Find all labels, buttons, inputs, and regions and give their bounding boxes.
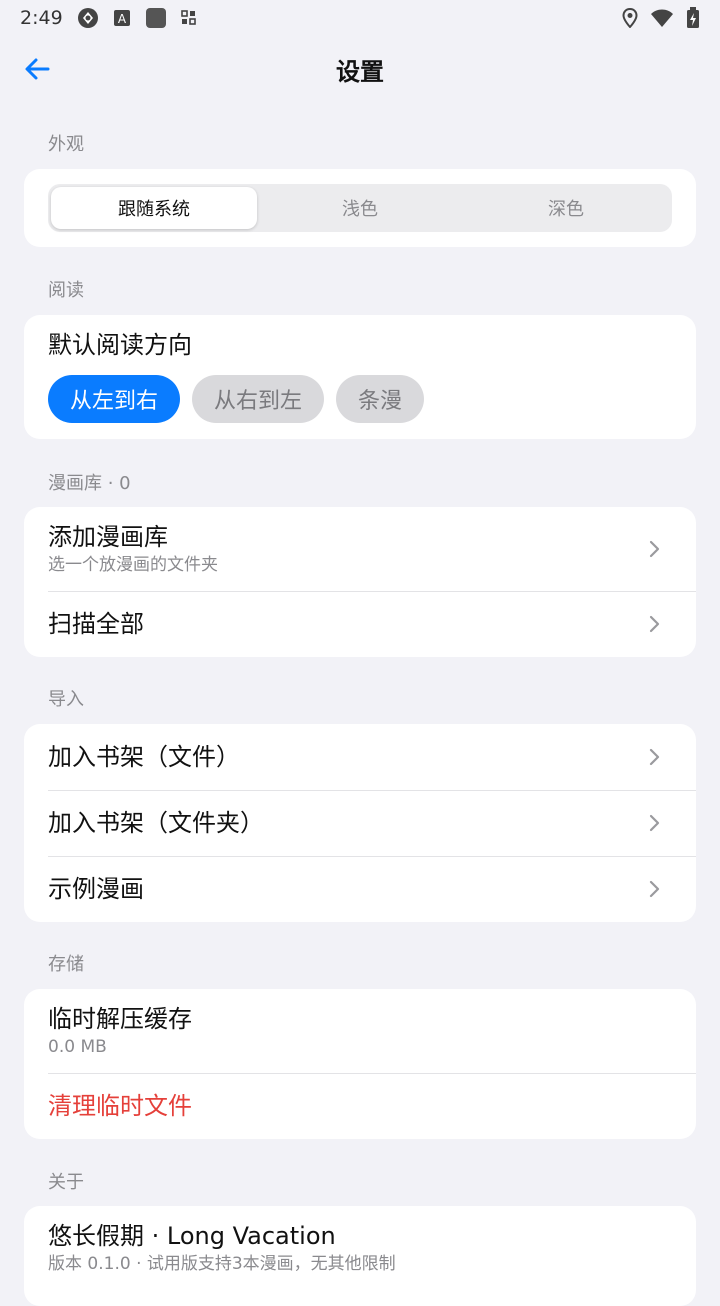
app-name: 悠长假期 · Long Vacation bbox=[48, 1222, 336, 1250]
reading-card: 默认阅读方向 从左到右 从右到左 条漫 bbox=[24, 315, 696, 439]
clear-temp-files-button[interactable]: 清理临时文件 bbox=[24, 1073, 696, 1139]
app-square-icon bbox=[145, 7, 167, 29]
library-card: 添加漫画库 选一个放漫画的文件夹 扫描全部 bbox=[24, 507, 696, 657]
reading-direction-title: 默认阅读方向 bbox=[48, 331, 192, 359]
chevron-right-icon bbox=[644, 814, 664, 832]
grid-icon bbox=[180, 10, 197, 26]
wifi-icon bbox=[650, 8, 674, 28]
sync-icon bbox=[77, 7, 99, 29]
back-button[interactable] bbox=[18, 50, 56, 88]
svg-text:A: A bbox=[118, 12, 127, 26]
direction-rtl-chip[interactable]: 从右到左 bbox=[192, 375, 325, 423]
status-bar: 2:49 A bbox=[0, 0, 720, 36]
cache-info-row: 临时解压缓存 0.0 MB bbox=[24, 989, 696, 1073]
chevron-right-icon bbox=[644, 540, 664, 558]
page-title: 设置 bbox=[336, 57, 384, 86]
import-folder-title: 加入书架（文件夹） bbox=[48, 809, 264, 837]
scan-all-title: 扫描全部 bbox=[48, 610, 144, 638]
import-card: 加入书架（文件） 加入书架（文件夹） 示例漫画 bbox=[24, 724, 696, 922]
import-file-title: 加入书架（文件） bbox=[48, 743, 240, 771]
sample-comics-row[interactable]: 示例漫画 bbox=[24, 856, 696, 922]
scan-all-row[interactable]: 扫描全部 bbox=[24, 591, 696, 657]
add-library-title: 添加漫画库 bbox=[48, 523, 168, 551]
direction-webtoon-chip[interactable]: 条漫 bbox=[336, 375, 425, 423]
battery-charging-icon bbox=[686, 7, 700, 29]
section-label-reading: 阅读 bbox=[48, 280, 84, 301]
section-label-library: 漫画库 · 0 bbox=[48, 473, 131, 494]
clear-temp-files-label: 清理临时文件 bbox=[48, 1092, 192, 1120]
version-info: 版本 0.1.0 · 试用版支持3本漫画，无其他限制 bbox=[48, 1254, 396, 1274]
theme-option-system[interactable]: 跟随系统 bbox=[51, 187, 257, 229]
arrow-left-icon bbox=[25, 58, 50, 80]
theme-option-light[interactable]: 浅色 bbox=[257, 187, 463, 229]
cache-title: 临时解压缓存 bbox=[48, 1005, 192, 1033]
chevron-right-icon bbox=[644, 748, 664, 766]
import-file-row[interactable]: 加入书架（文件） bbox=[24, 724, 696, 790]
section-label-about: 关于 bbox=[48, 1172, 84, 1193]
app-bar: 设置 bbox=[0, 36, 720, 102]
appearance-card: 跟随系统 浅色 深色 bbox=[24, 169, 696, 247]
import-folder-row[interactable]: 加入书架（文件夹） bbox=[24, 790, 696, 856]
text-a-icon: A bbox=[113, 9, 131, 27]
about-card: 悠长假期 · Long Vacation 版本 0.1.0 · 试用版支持3本漫… bbox=[24, 1206, 696, 1306]
theme-segmented-control: 跟随系统 浅色 深色 bbox=[48, 184, 672, 232]
status-time: 2:49 bbox=[20, 7, 63, 29]
chevron-right-icon bbox=[644, 615, 664, 633]
storage-card: 临时解压缓存 0.0 MB 清理临时文件 bbox=[24, 989, 696, 1139]
theme-option-dark[interactable]: 深色 bbox=[463, 187, 669, 229]
settings-content: 外观 跟随系统 浅色 深色 阅读 默认阅读方向 从左到右 从右到左 条漫 漫画库… bbox=[24, 102, 696, 1306]
chevron-right-icon bbox=[644, 880, 664, 898]
section-label-storage: 存储 bbox=[48, 954, 84, 975]
section-label-import: 导入 bbox=[48, 689, 84, 710]
location-icon bbox=[622, 8, 638, 28]
section-label-appearance: 外观 bbox=[48, 134, 84, 155]
reading-direction-options: 从左到右 从右到左 条漫 bbox=[48, 375, 672, 423]
sample-comics-title: 示例漫画 bbox=[48, 875, 144, 903]
cache-size: 0.0 MB bbox=[48, 1037, 107, 1057]
add-library-row[interactable]: 添加漫画库 选一个放漫画的文件夹 bbox=[24, 507, 696, 591]
add-library-subtitle: 选一个放漫画的文件夹 bbox=[48, 555, 218, 575]
direction-ltr-chip[interactable]: 从左到右 bbox=[48, 375, 181, 423]
app-info-row: 悠长假期 · Long Vacation 版本 0.1.0 · 试用版支持3本漫… bbox=[24, 1206, 696, 1290]
